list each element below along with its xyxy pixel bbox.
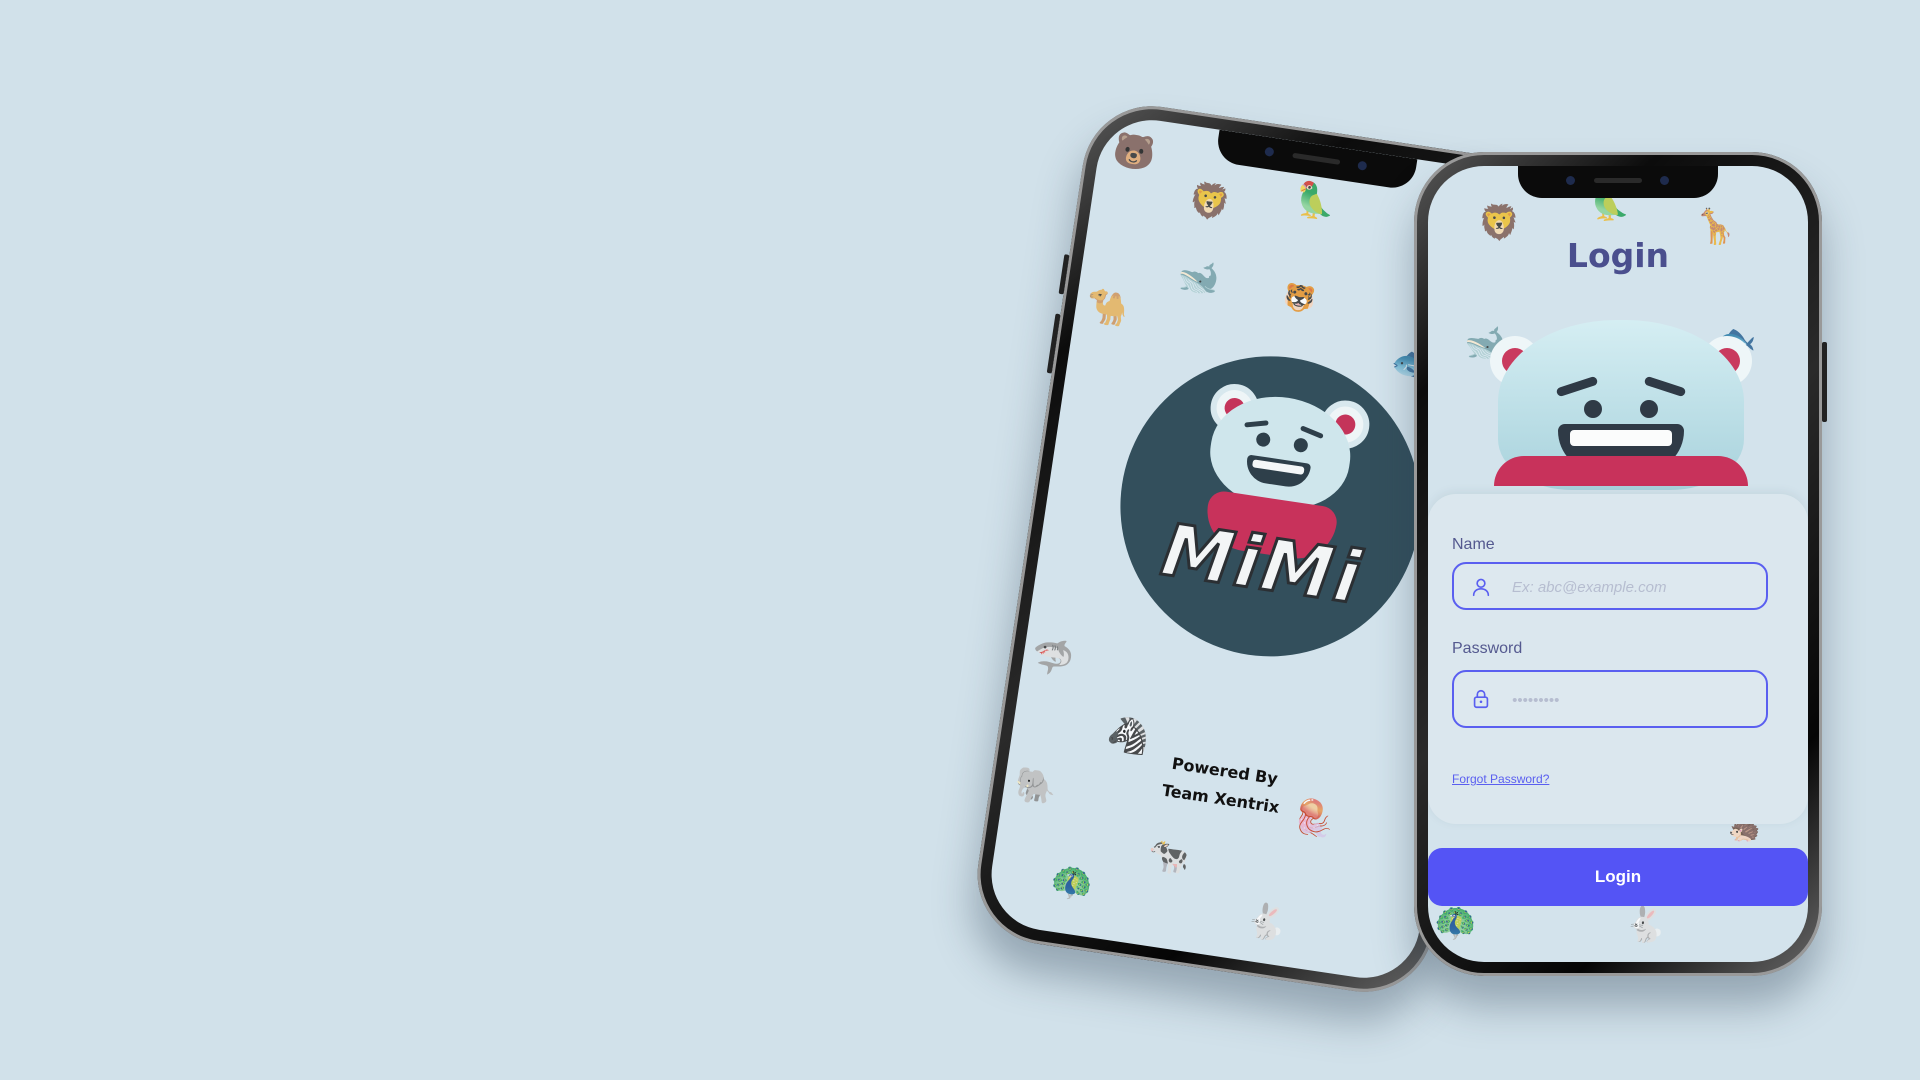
password-label: Password	[1452, 640, 1523, 657]
camera-icon	[1264, 146, 1275, 157]
bear-mascot	[1476, 306, 1766, 490]
login-phone: 🦜 🦁 🦒 🐋 🐟 🪼 🦔 🦚 🐇 Login Name	[1414, 152, 1827, 976]
power-button	[1822, 342, 1827, 422]
camera-icon	[1357, 160, 1368, 171]
camel-sticker-icon: 🐪	[1083, 286, 1131, 330]
name-label: Name	[1452, 536, 1495, 553]
peacock-sticker-icon: 🦚	[1047, 861, 1096, 906]
peacock-sticker-icon: 🦚	[1434, 904, 1477, 942]
lion-sticker-icon: 🦁	[1478, 204, 1521, 242]
cow-sticker-icon: 🐄	[1144, 835, 1193, 880]
speaker	[1292, 152, 1341, 165]
camera-icon	[1566, 176, 1575, 185]
lion-sticker-icon: 🦁	[1186, 180, 1234, 225]
login-button[interactable]: Login	[1428, 848, 1808, 906]
notch	[1518, 166, 1718, 198]
speaker	[1594, 178, 1642, 183]
tiger-sticker-icon: 🐯	[1281, 281, 1318, 316]
user-icon	[1472, 578, 1490, 597]
forgot-password-link[interactable]: Forgot Password?	[1452, 772, 1549, 786]
shark-sticker-icon: 🦈	[1029, 635, 1077, 680]
volume-button	[1046, 313, 1061, 374]
parrot-sticker-icon: 🦜	[1291, 179, 1339, 224]
page-title: Login	[1566, 236, 1670, 275]
logo-wordmark: MiMi	[1155, 506, 1369, 622]
app-logo: MiMi	[1099, 335, 1441, 677]
name-input[interactable]	[1510, 564, 1764, 610]
rabbit-sticker-icon: 🐇	[1624, 906, 1667, 944]
password-input[interactable]	[1510, 672, 1764, 728]
password-field[interactable]	[1452, 670, 1768, 728]
camera-icon	[1660, 176, 1669, 185]
powered-by-credit: Powered By Team Xentrix	[1005, 726, 1441, 845]
name-field[interactable]	[1452, 562, 1768, 610]
bear-sticker-icon: 🐻	[1110, 130, 1159, 175]
lock-icon	[1473, 689, 1489, 709]
login-form: Name Password Forgot Password?	[1428, 494, 1808, 824]
volume-button	[1058, 254, 1070, 295]
login-screen: 🦜 🦁 🦒 🐋 🐟 🪼 🦔 🦚 🐇 Login Name	[1428, 166, 1808, 962]
orca-sticker-icon: 🐋	[1174, 255, 1223, 300]
rabbit-sticker-icon: 🐇	[1242, 900, 1290, 945]
